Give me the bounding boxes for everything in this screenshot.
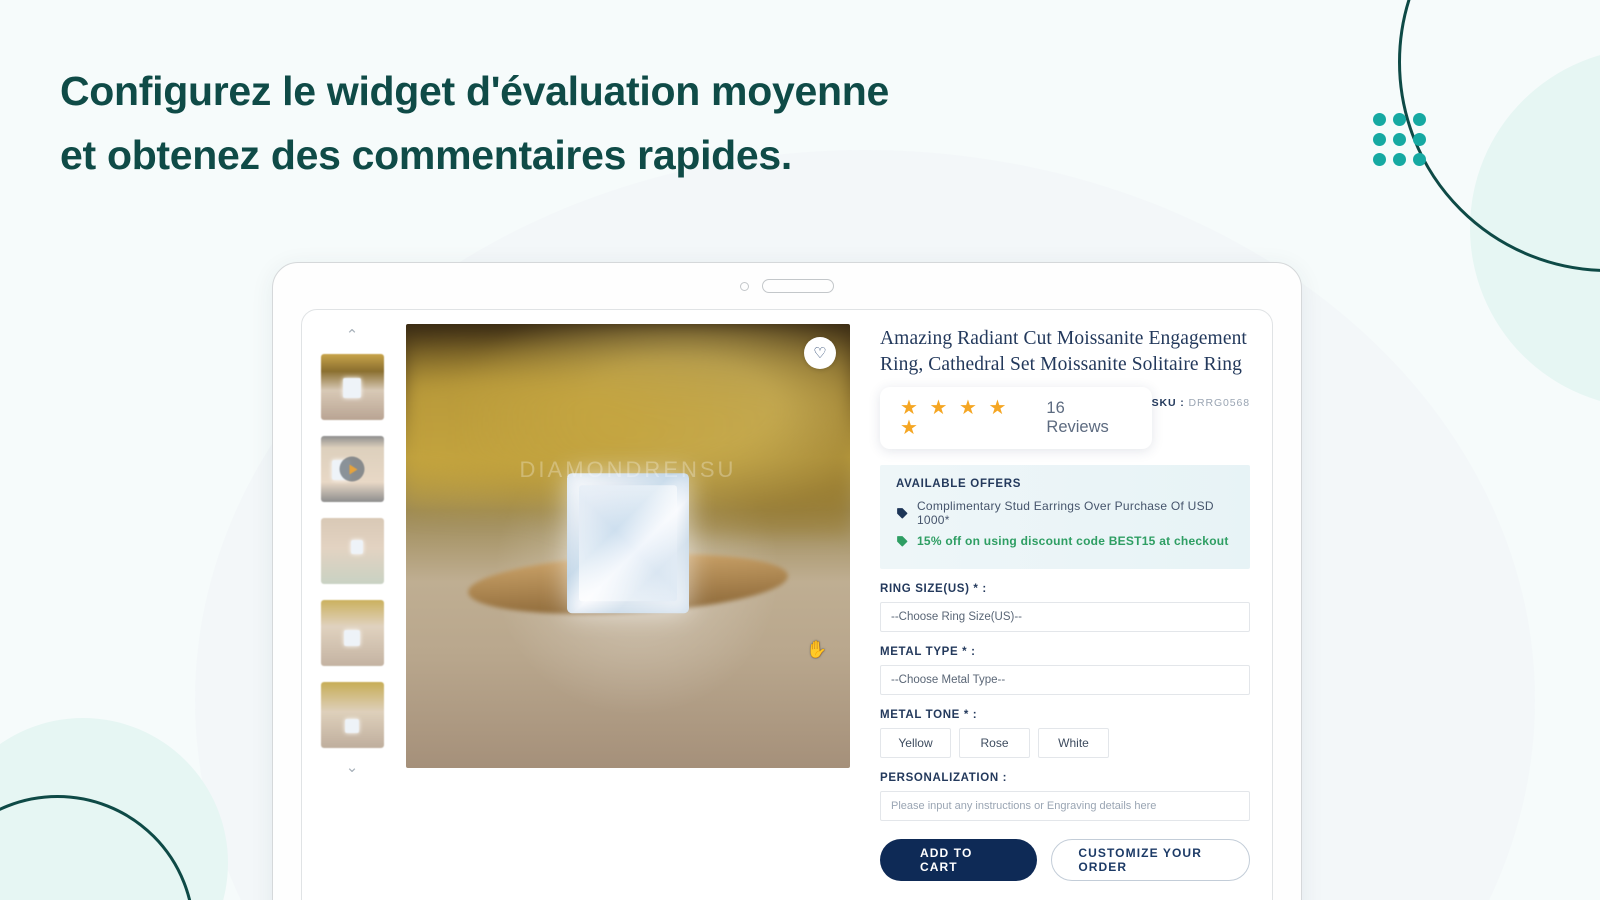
offers-heading: AVAILABLE OFFERS	[896, 477, 1022, 490]
ring-size-select[interactable]: --Choose Ring Size(US)--	[880, 601, 1250, 632]
metal-type-select[interactable]: --Choose Metal Type--	[880, 664, 1250, 695]
metal-type-label: METAL TYPE * :	[880, 645, 976, 658]
rating-row: ★ ★ ★ ★ ★ 16 Reviews SKU : DRRG0568	[880, 385, 1250, 449]
play-icon[interactable]	[339, 456, 365, 482]
page-title: Configurez le widget d'évaluation moyenn…	[60, 60, 889, 187]
action-buttons: ADD TO CART CUSTOMIZE YOUR ORDER	[880, 838, 1250, 881]
sku-display: SKU : DRRG0568	[1152, 385, 1250, 409]
gallery-scroll-up-icon[interactable]: ⌃	[314, 324, 390, 346]
metal-type-field: METAL TYPE * : --Choose Metal Type--	[880, 646, 1250, 695]
outline-circle-top-right	[1398, 0, 1600, 272]
tablet-screen: ⌃ ⌄ DIAMONDRENSU ♡ Amazing Radiant Cut M…	[301, 309, 1273, 900]
thumbnail-item[interactable]	[320, 518, 384, 584]
thumbnail-item[interactable]	[320, 682, 384, 748]
wishlist-heart-icon[interactable]: ♡	[804, 337, 836, 369]
tablet-bezel-top	[273, 263, 1301, 309]
add-to-cart-button[interactable]: ADD TO CART	[880, 838, 1038, 881]
customize-order-button[interactable]: CUSTOMIZE YOUR ORDER	[1051, 838, 1250, 881]
personalization-label: PERSONALIZATION :	[880, 771, 1008, 784]
personalization-input[interactable]: Please input any instructions or Engravi…	[880, 790, 1250, 821]
ring-size-label: RING SIZE(US) * :	[880, 582, 987, 595]
sku-value: DRRG0568	[1188, 396, 1250, 409]
product-title: Amazing Radiant Cut Moissanite Engagemen…	[880, 328, 1247, 375]
metal-tone-option-rose[interactable]: Rose	[959, 727, 1030, 758]
product-detail-page: ⌃ ⌄ DIAMONDRENSU ♡ Amazing Radiant Cut M…	[302, 310, 1272, 900]
personalization-field: PERSONALIZATION : Please input any instr…	[880, 772, 1250, 821]
speaker-icon	[762, 279, 834, 293]
offer-text: 15% off on using discount code BEST15 at…	[917, 533, 1229, 548]
thumbnail-item[interactable]	[320, 436, 384, 502]
tablet-device-mockup: ⌃ ⌄ DIAMONDRENSU ♡ Amazing Radiant Cut M…	[272, 262, 1302, 900]
offer-item: 15% off on using discount code BEST15 at…	[896, 534, 1234, 548]
dot-grid-decoration	[1373, 113, 1426, 166]
mouse-cursor-grab-icon: ✋	[806, 640, 828, 659]
image-watermark: DIAMONDRENSU	[519, 457, 737, 483]
metal-tone-field: METAL TONE * : Yellow Rose White	[880, 709, 1250, 758]
ring-size-field: RING SIZE(US) * : --Choose Ring Size(US)…	[880, 583, 1250, 632]
metal-tone-option-white[interactable]: White	[1038, 727, 1109, 758]
product-hero-image[interactable]: DIAMONDRENSU ♡	[406, 324, 850, 768]
tag-icon	[897, 535, 908, 547]
reviews-count-label[interactable]: 16 Reviews	[1046, 399, 1129, 437]
sku-label: SKU :	[1151, 396, 1185, 409]
camera-icon	[740, 281, 749, 291]
offer-text: Complimentary Stud Earrings Over Purchas…	[917, 498, 1214, 527]
headline-line-1: Configurez le widget d'évaluation moyenn…	[60, 68, 889, 114]
thumbnail-item[interactable]	[320, 354, 384, 420]
thumbnail-item[interactable]	[320, 600, 384, 666]
average-rating-widget[interactable]: ★ ★ ★ ★ ★ 16 Reviews	[880, 386, 1152, 449]
moissanite-stone-shape	[567, 473, 689, 614]
offer-item: Complimentary Stud Earrings Over Purchas…	[896, 499, 1234, 527]
gallery-scroll-down-icon[interactable]: ⌄	[314, 756, 390, 778]
product-info-column: Amazing Radiant Cut Moissanite Engagemen…	[850, 324, 1262, 900]
thumbnail-gallery: ⌃ ⌄	[314, 324, 390, 900]
metal-tone-options: Yellow Rose White	[880, 727, 1250, 758]
available-offers-panel: AVAILABLE OFFERS Complimentary Stud Earr…	[880, 464, 1250, 569]
metal-tone-label: METAL TONE * :	[880, 708, 978, 721]
headline-line-2: et obtenez des commentaires rapides.	[60, 131, 793, 178]
metal-tone-option-yellow[interactable]: Yellow	[880, 727, 951, 758]
star-rating-icon: ★ ★ ★ ★ ★	[900, 396, 1010, 439]
tag-icon	[897, 507, 908, 519]
